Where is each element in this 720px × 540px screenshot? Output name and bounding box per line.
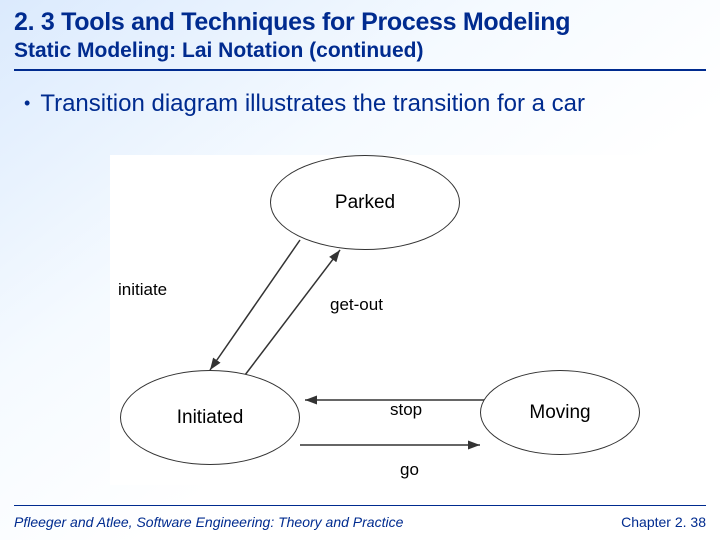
transition-getout-label: get-out <box>330 295 383 315</box>
transition-diagram: Parked Initiated Moving initiate get-out… <box>110 155 650 485</box>
state-parked-label: Parked <box>335 192 395 214</box>
transition-go-label: go <box>400 460 419 480</box>
footer-divider <box>14 505 706 507</box>
state-moving-label: Moving <box>529 402 590 424</box>
state-moving: Moving <box>480 370 640 455</box>
slide-subtitle: Static Modeling: Lai Notation (continued… <box>0 37 720 67</box>
state-initiated-label: Initiated <box>177 407 244 429</box>
bullet-marker: • <box>24 89 30 117</box>
bullet-item: • Transition diagram illustrates the tra… <box>0 71 720 119</box>
transition-stop-label: stop <box>390 400 422 420</box>
slide-footer: Pfleeger and Atlee, Software Engineering… <box>14 514 706 530</box>
footer-chapter: Chapter 2. 38 <box>621 514 706 530</box>
state-parked: Parked <box>270 155 460 250</box>
transition-initiate-label: initiate <box>118 280 167 300</box>
state-initiated: Initiated <box>120 370 300 465</box>
bullet-text: Transition diagram illustrates the trans… <box>40 89 585 119</box>
slide-title: 2. 3 Tools and Techniques for Process Mo… <box>0 0 720 37</box>
footer-citation: Pfleeger and Atlee, Software Engineering… <box>14 514 403 530</box>
